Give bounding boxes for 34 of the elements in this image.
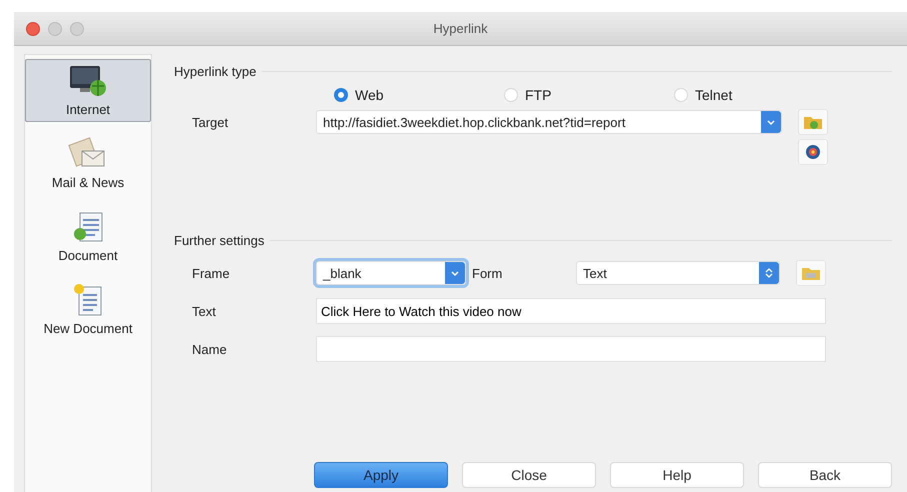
folder-icon (803, 114, 823, 130)
radio-button[interactable]: Telnet (674, 87, 844, 103)
dialog-button[interactable]: Apply (314, 462, 448, 488)
open-folder-button[interactable] (798, 109, 828, 135)
target-button[interactable] (798, 139, 828, 165)
zoom-button[interactable] (70, 22, 84, 36)
folder-button[interactable] (796, 260, 826, 286)
target-icon (805, 144, 821, 160)
sidebar-item[interactable]: Document (25, 205, 151, 268)
section-title: Further settings (174, 233, 264, 248)
close-button[interactable] (26, 22, 40, 36)
sidebar-item[interactable]: Mail & News (25, 132, 151, 195)
field-label: Frame (191, 266, 231, 280)
form-combo-box[interactable]: Text (576, 261, 780, 285)
sidebar-item[interactable]: Internet (25, 59, 151, 122)
minimize-button[interactable] (48, 22, 62, 36)
section-title: Hyperlink type (174, 64, 256, 79)
dialog-button[interactable]: Back (758, 462, 892, 488)
dialog-button[interactable]: Help (610, 462, 744, 488)
name-input-field[interactable] (316, 336, 826, 362)
radio-button[interactable]: FTP (504, 87, 674, 103)
window-title: Hyperlink (433, 21, 488, 36)
frame-combo-box[interactable]: _blank (316, 261, 466, 285)
radio-button[interactable]: Web (334, 87, 504, 103)
field-label: Name (191, 342, 228, 356)
field-label: Text (191, 304, 217, 318)
folder-icon (801, 265, 821, 281)
field-label: Form (471, 266, 504, 280)
dialog-button[interactable]: Close (462, 462, 596, 488)
sidebar-item[interactable]: New Document (25, 278, 151, 341)
text-input-field[interactable]: Click Here to Watch this video now (316, 298, 826, 324)
field-label: Target (191, 114, 230, 130)
target-combo-box[interactable]: http://fasidiet.3weekdiet.hop.clickbank.net?tid=report (316, 110, 782, 134)
monitor-globe-icon (68, 64, 108, 98)
